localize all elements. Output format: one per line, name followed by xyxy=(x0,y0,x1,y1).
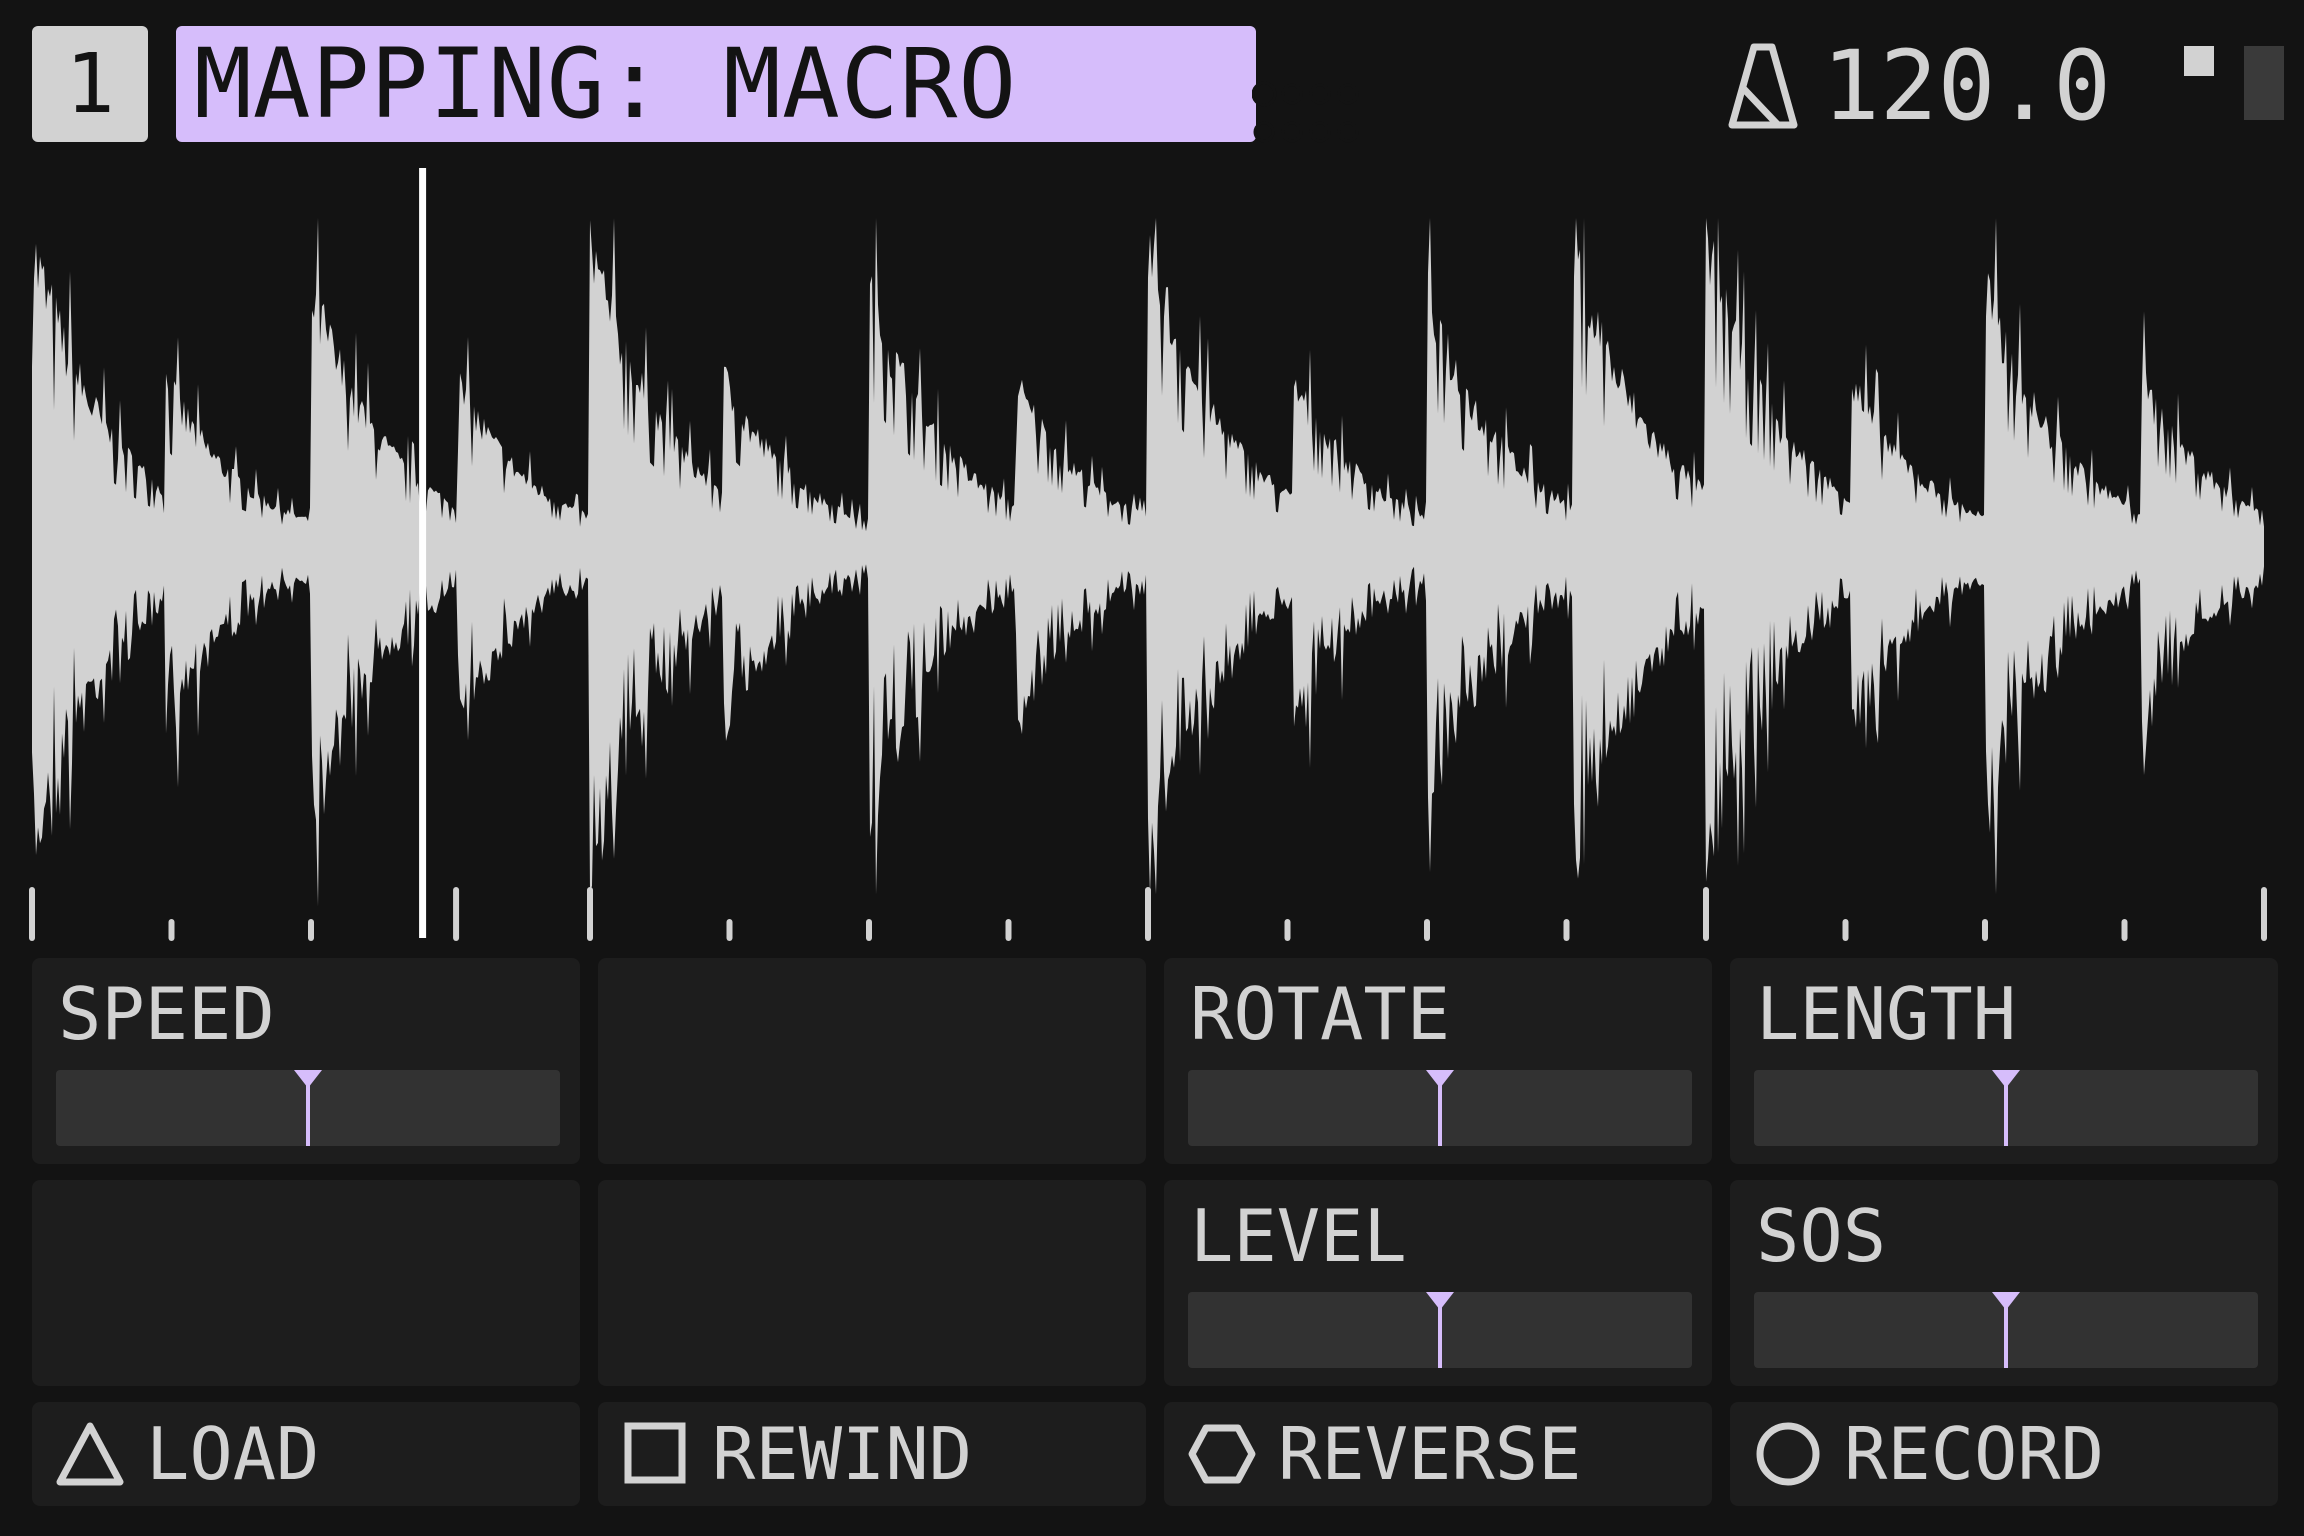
param-level-panel[interactable]: LEVEL xyxy=(1164,1180,1712,1386)
page-dot xyxy=(1281,121,1303,143)
mapping-mode-banner[interactable]: MAPPING: MACRO xyxy=(176,26,1359,143)
param-level-label: LEVEL xyxy=(1190,1194,1407,1278)
param-sos-panel[interactable]: SOS xyxy=(1730,1180,2278,1386)
param-sos-label: SOS xyxy=(1756,1194,1887,1278)
page-dot xyxy=(1337,83,1359,105)
slider-marker-icon[interactable] xyxy=(1991,1292,2021,1368)
reverse-button-label: REVERSE xyxy=(1278,1412,1582,1496)
page-dot xyxy=(1309,121,1331,143)
record-button-label: RECORD xyxy=(1844,1412,2105,1496)
circle-icon xyxy=(1756,1422,1820,1486)
waveform-display[interactable] xyxy=(0,160,2304,960)
param-sos-slider[interactable] xyxy=(1754,1292,2258,1368)
param-empty-panel xyxy=(598,958,1146,1164)
page-indicator-dots xyxy=(1252,81,1359,143)
record-button[interactable]: RECORD xyxy=(1730,1402,2278,1506)
track-number-badge[interactable]: 1 xyxy=(32,26,148,142)
status-block-icon xyxy=(2184,46,2214,76)
param-length-panel[interactable]: LENGTH xyxy=(1730,958,2278,1164)
param-empty-panel xyxy=(598,1180,1146,1386)
waveform-shape xyxy=(32,218,2264,907)
slider-marker-icon[interactable] xyxy=(293,1070,323,1146)
reverse-button[interactable]: REVERSE xyxy=(1164,1402,1712,1506)
param-rotate-panel[interactable]: ROTATE xyxy=(1164,958,1712,1164)
param-speed-label: SPEED xyxy=(58,972,275,1056)
param-empty-panel xyxy=(32,1180,580,1386)
rewind-button[interactable]: REWIND xyxy=(598,1402,1146,1506)
metronome-icon xyxy=(1728,43,1798,129)
param-speed-panel[interactable]: SPEED xyxy=(32,958,580,1164)
page-dot xyxy=(1281,83,1303,105)
slider-marker-icon[interactable] xyxy=(1991,1070,2021,1146)
beat-ruler xyxy=(29,887,2267,941)
load-button-label: LOAD xyxy=(146,1412,320,1496)
param-length-label: LENGTH xyxy=(1756,972,2017,1056)
param-rotate-label: ROTATE xyxy=(1190,972,1451,1056)
param-length-slider[interactable] xyxy=(1754,1070,2258,1146)
param-speed-slider[interactable] xyxy=(56,1070,560,1146)
rewind-button-label: REWIND xyxy=(712,1412,973,1496)
slider-marker-icon[interactable] xyxy=(1425,1292,1455,1368)
page-dot xyxy=(1337,121,1359,143)
hexagon-icon xyxy=(1188,1424,1256,1484)
param-rotate-slider[interactable] xyxy=(1188,1070,1692,1146)
mapping-label: MAPPING: MACRO xyxy=(194,28,1018,140)
page-dot xyxy=(1309,83,1331,105)
page-dot xyxy=(1253,121,1275,143)
track-number: 1 xyxy=(65,36,115,132)
square-icon xyxy=(624,1422,686,1484)
param-level-slider[interactable] xyxy=(1188,1292,1692,1368)
load-button[interactable]: LOAD xyxy=(32,1402,580,1506)
battery-level-icon xyxy=(2244,46,2284,120)
waveform-path xyxy=(32,218,2264,907)
page-dot-active xyxy=(1252,81,1277,107)
tempo-value: 120.0 xyxy=(1822,30,2111,142)
tempo-display[interactable]: 120.0 xyxy=(1728,28,2111,144)
slider-marker-icon[interactable] xyxy=(1425,1070,1455,1146)
triangle-icon xyxy=(56,1422,124,1486)
